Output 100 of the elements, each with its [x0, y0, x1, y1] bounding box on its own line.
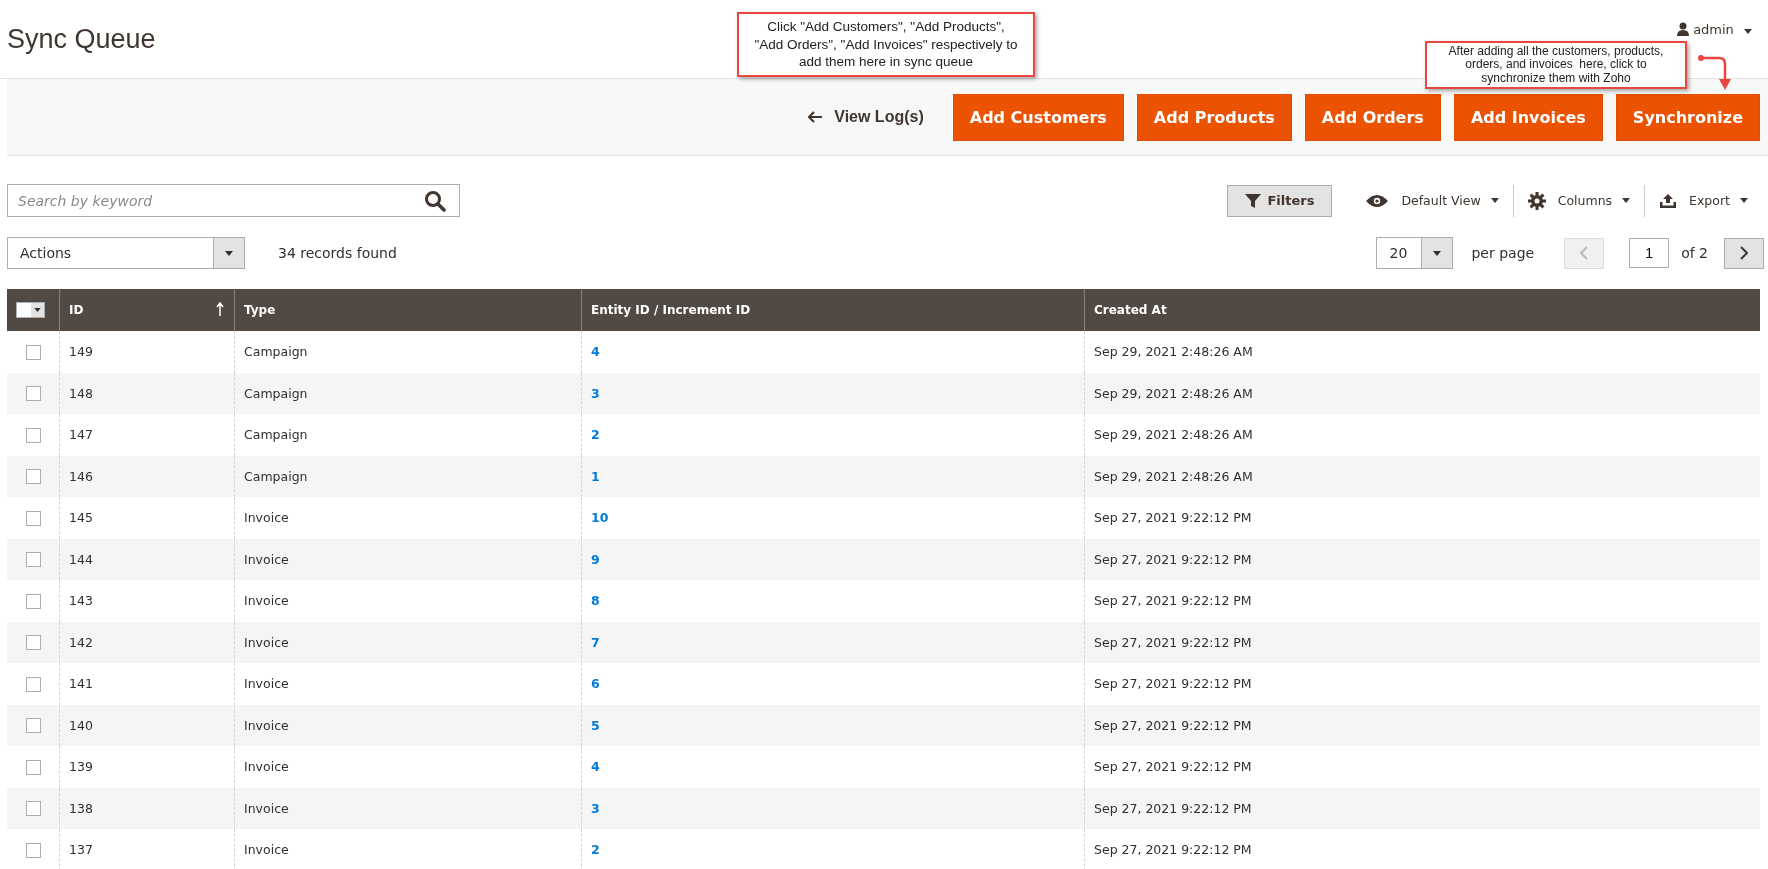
sort-arrow-icon[interactable] — [216, 302, 224, 316]
action-button[interactable]: Synchronize — [1615, 93, 1760, 141]
row-checkbox[interactable] — [25, 469, 41, 485]
entity-link[interactable]: 3 — [591, 800, 600, 816]
export-dropdown[interactable]: Export — [1651, 192, 1756, 209]
action-button[interactable]: Add Invoices — [1453, 93, 1603, 141]
action-button[interactable]: Add Products — [1136, 93, 1292, 141]
table-cell: 144 — [59, 538, 235, 580]
row-checkbox[interactable] — [25, 386, 41, 402]
table-cell: 147 — [59, 414, 235, 456]
per-page-label: per page — [1471, 245, 1535, 261]
row-checkbox[interactable] — [25, 344, 41, 360]
table-cell: Sep 27, 2021 9:22:12 PM — [1084, 663, 1760, 705]
entity-link[interactable]: 4 — [591, 759, 600, 775]
row-checkbox[interactable] — [25, 635, 41, 651]
entity-link[interactable]: 1 — [591, 468, 600, 484]
row-checkbox[interactable] — [25, 593, 41, 609]
gear-icon — [1527, 191, 1546, 210]
table-cell: 146 — [59, 455, 235, 497]
entity-link[interactable]: 2 — [591, 427, 600, 443]
table-cell: 138 — [59, 787, 235, 829]
default-view-dropdown[interactable]: Default View — [1357, 193, 1507, 208]
search-field[interactable]: Search by keyword — [7, 184, 460, 217]
filters-button[interactable]: Filters — [1227, 184, 1333, 217]
action-button[interactable]: Add Customers — [952, 93, 1124, 141]
entity-link[interactable]: 10 — [591, 510, 609, 526]
search-icon — [424, 190, 446, 212]
table-cell: 140 — [59, 704, 235, 746]
entity-link[interactable]: 2 — [591, 842, 600, 858]
table-cell: Sep 27, 2021 9:22:12 PM — [1084, 746, 1760, 788]
actions-dropdown[interactable]: Actions — [7, 237, 245, 269]
row-checkbox[interactable] — [25, 676, 41, 692]
caret-icon — [1622, 198, 1631, 203]
column-header[interactable]: ID — [59, 289, 235, 331]
table-cell: Sep 27, 2021 9:22:12 PM — [1084, 829, 1760, 869]
caret-icon — [1744, 28, 1752, 34]
columns-dropdown[interactable]: Columns — [1519, 191, 1639, 210]
caret-icon — [1433, 250, 1442, 256]
table-cell: Invoice — [234, 580, 582, 622]
left-arrow-icon — [808, 111, 823, 123]
table-cell: Sep 29, 2021 2:48:26 AM — [1084, 414, 1760, 456]
table-cell: 149 — [59, 331, 235, 373]
table-cell: 145 — [59, 497, 235, 539]
table-cell: 148 — [59, 372, 235, 414]
row-checkbox[interactable] — [25, 718, 41, 734]
table-cell: 139 — [59, 746, 235, 788]
chevron-left-icon — [1580, 246, 1589, 260]
row-checkbox[interactable] — [25, 510, 41, 526]
row-checkbox[interactable] — [25, 427, 41, 443]
table-cell: Invoice — [234, 746, 582, 788]
page-total: of 2 — [1681, 245, 1708, 261]
page-number-field[interactable]: 1 — [1629, 238, 1670, 268]
table-cell: Sep 27, 2021 9:22:12 PM — [1084, 538, 1760, 580]
table-cell: Sep 29, 2021 2:48:26 AM — [1084, 455, 1760, 497]
table-cell: Campaign — [234, 455, 582, 497]
caret-icon — [1740, 198, 1748, 203]
per-page-dropdown[interactable]: 20 — [1376, 237, 1454, 269]
entity-link[interactable]: 3 — [591, 385, 600, 401]
filter-icon — [1245, 192, 1262, 209]
caret-icon — [225, 250, 233, 256]
entity-link[interactable]: 7 — [591, 634, 600, 650]
action-button[interactable]: Add Orders — [1304, 93, 1441, 141]
column-header[interactable]: Entity ID / Increment ID — [581, 289, 1085, 331]
table-cell: 143 — [59, 580, 235, 622]
table-cell: Campaign — [234, 331, 582, 373]
table-cell: Sep 29, 2021 2:48:26 AM — [1084, 372, 1760, 414]
table-cell: Invoice — [234, 497, 582, 539]
next-page-button[interactable] — [1724, 237, 1764, 269]
caret-icon — [1490, 198, 1499, 203]
column-header[interactable]: Type — [234, 289, 582, 331]
table-cell: Sep 27, 2021 9:22:12 PM — [1084, 580, 1760, 622]
row-checkbox[interactable] — [25, 759, 41, 775]
table-cell: Sep 27, 2021 9:22:12 PM — [1084, 497, 1760, 539]
select-all-dropdown[interactable] — [16, 302, 45, 318]
annotation-callout: Click "Add Customers", "Add Products", "Add Orders", "Add Invoices" respectively to add them here in sync queue — [737, 12, 1035, 77]
entity-link[interactable]: 4 — [591, 344, 600, 360]
table-cell: Campaign — [234, 414, 582, 456]
table-cell: Sep 27, 2021 9:22:12 PM — [1084, 704, 1760, 746]
table-cell: Campaign — [234, 372, 582, 414]
table-cell: Invoice — [234, 787, 582, 829]
entity-link[interactable]: 5 — [591, 717, 600, 733]
entity-link[interactable]: 8 — [591, 593, 600, 609]
row-checkbox[interactable] — [25, 801, 41, 817]
records-count: 34 records found — [278, 245, 397, 261]
table-cell: Invoice — [234, 621, 582, 663]
chevron-right-icon — [1740, 246, 1748, 260]
table-cell: Sep 27, 2021 9:22:12 PM — [1084, 621, 1760, 663]
table-cell: 141 — [59, 663, 235, 705]
entity-link[interactable]: 6 — [591, 676, 600, 692]
row-checkbox[interactable] — [25, 552, 41, 568]
row-checkbox[interactable] — [25, 842, 41, 858]
column-header[interactable]: Created At — [1084, 289, 1760, 331]
table-cell: Sep 27, 2021 9:22:12 PM — [1084, 787, 1760, 829]
table-cell: 137 — [59, 829, 235, 869]
table-cell: Invoice — [234, 663, 582, 705]
view-log-link[interactable]: View Log(s) — [808, 108, 924, 126]
table-cell: Sep 29, 2021 2:48:26 AM — [1084, 331, 1760, 373]
page-title: Sync Queue — [7, 23, 156, 55]
user-menu[interactable]: admin — [1693, 21, 1752, 37]
entity-link[interactable]: 9 — [591, 551, 600, 567]
